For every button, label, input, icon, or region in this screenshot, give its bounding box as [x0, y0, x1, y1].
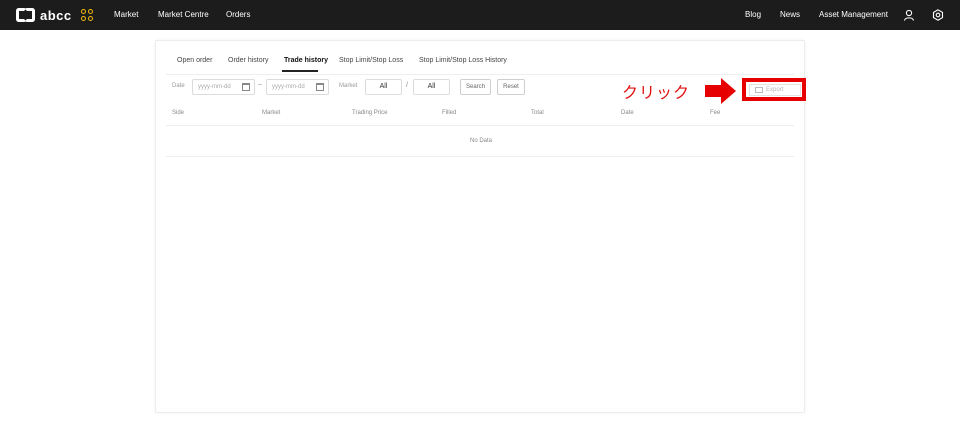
trade-history-panel: Open order Order history Trade history S… — [155, 40, 806, 413]
date-label: Date — [172, 83, 185, 89]
nav-market[interactable]: Market — [114, 0, 138, 30]
tab-open-order[interactable]: Open order — [177, 57, 212, 64]
tab-stop-limit-history[interactable]: Stop Limit/Stop Loss History — [419, 57, 507, 64]
date-from-input[interactable]: yyyy-mm-dd — [192, 79, 255, 95]
market-quote-select[interactable]: All — [413, 79, 450, 95]
nav-news[interactable]: News — [780, 0, 800, 30]
date-from-placeholder: yyyy-mm-dd — [198, 84, 231, 90]
red-arrow-icon — [705, 78, 736, 104]
column-fee: Fee — [710, 110, 721, 116]
logo-mark-icon — [16, 8, 36, 22]
calendar-icon — [316, 83, 324, 91]
table-bottom-divider — [166, 156, 794, 157]
nav-orders[interactable]: Orders — [226, 0, 250, 30]
column-market: Market — [262, 110, 281, 116]
date-separator: ~ — [258, 82, 263, 89]
search-button[interactable]: Search — [460, 79, 491, 95]
column-total: Total — [531, 110, 544, 116]
market-label: Market — [339, 83, 358, 89]
calendar-icon — [242, 83, 250, 91]
market-base-select[interactable]: All — [365, 79, 402, 95]
export-label: Export — [766, 87, 784, 93]
reset-button[interactable]: Reset — [497, 79, 525, 95]
table-header-divider — [166, 125, 794, 126]
top-nav-bar: abcc Market Market Centre Orders Blog Ne… — [0, 0, 960, 30]
date-to-input[interactable]: yyyy-mm-dd — [266, 79, 329, 95]
market-separator: / — [406, 82, 408, 89]
tab-order-history[interactable]: Order history — [228, 57, 268, 64]
tabs-divider — [166, 74, 794, 75]
user-icon[interactable] — [903, 9, 915, 21]
date-to-placeholder: yyyy-mm-dd — [272, 84, 305, 90]
export-icon — [755, 87, 763, 93]
column-trading-price: Trading Price — [352, 110, 388, 116]
column-date: Date — [621, 110, 634, 116]
order-tabs: Open order Order history Trade history S… — [156, 41, 806, 75]
settings-icon[interactable] — [932, 9, 944, 21]
nav-asset-management[interactable]: Asset Management — [819, 0, 888, 30]
nav-market-centre[interactable]: Market Centre — [158, 0, 209, 30]
tab-stop-limit[interactable]: Stop Limit/Stop Loss — [339, 57, 403, 64]
empty-state-text: No Data — [469, 138, 492, 144]
nav-blog[interactable]: Blog — [745, 0, 761, 30]
active-tab-indicator — [282, 70, 318, 72]
tab-trade-history[interactable]: Trade history — [284, 57, 328, 64]
abcc-logo[interactable]: abcc — [16, 7, 72, 23]
export-button[interactable]: Export — [749, 84, 801, 96]
apps-icon[interactable] — [81, 9, 93, 21]
click-annotation: クリック — [622, 83, 691, 102]
export-highlight-box: Export — [742, 78, 806, 101]
logo-text: abcc — [40, 7, 72, 23]
column-side: Side — [172, 110, 185, 116]
column-filled: Filled — [442, 110, 457, 116]
